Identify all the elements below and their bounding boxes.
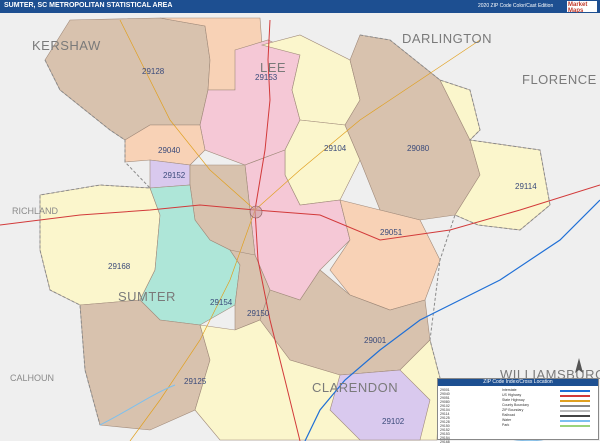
zip-label-29040: 29040 [158, 146, 181, 155]
title-bar: SUMTER, SC METROPOLITAN STATISTICAL AREA… [0, 0, 600, 14]
legend-title: ZIP Code Index/Cross Location [438, 379, 598, 386]
legend-key-swatch [560, 400, 590, 402]
county-label-florence: FLORENCE [522, 72, 597, 87]
zip-label-29152: 29152 [163, 171, 186, 180]
legend-zip-list: 29001 29040 29051 29080 29102 29104 2911… [440, 388, 498, 444]
edition-label: 2020 ZIP Code Color/Cast Edition [478, 3, 554, 9]
sumter-city-marker[interactable] [249, 205, 263, 219]
zip-label-29153: 29153 [255, 73, 278, 82]
zip-label-29150: 29150 [247, 309, 270, 318]
legend-key-swatch [560, 415, 590, 417]
zip-label-29051: 29051 [380, 228, 403, 237]
zip-label-29001: 29001 [364, 336, 387, 345]
zip-label-29154: 29154 [210, 298, 233, 307]
zip-label-29114: 29114 [515, 182, 537, 191]
county-label-darlington: DARLINGTON [402, 31, 492, 46]
county-label-sumter: SUMTER [118, 289, 176, 304]
county-label-calhoun: CALHOUN [10, 373, 54, 383]
legend-key-swatch [560, 420, 590, 422]
zip-label-29102: 29102 [382, 417, 405, 426]
legend-key-swatch [560, 395, 590, 397]
zip-label-29125: 29125 [184, 377, 207, 386]
legend-key-swatch [560, 405, 590, 407]
legend-key-swatch [560, 425, 590, 427]
zip-label-29128: 29128 [142, 67, 165, 76]
map-frame: SUMTER, SC METROPOLITAN STATISTICAL AREA… [0, 0, 600, 444]
zip-label-29080: 29080 [407, 144, 430, 153]
county-label-richland: RICHLAND [12, 206, 59, 216]
zip-label-29168: 29168 [108, 262, 131, 271]
zip-code-map[interactable]: KERSHAW LEE DARLINGTON FLORENCE RICHLAND… [0, 13, 600, 441]
legend-key-row: Park [502, 423, 596, 428]
legend-key-swatch [560, 410, 590, 412]
brand-logo: Market Maps [567, 1, 597, 14]
legend-key-swatch [560, 390, 590, 392]
legend-key-label: Park [502, 423, 510, 427]
county-label-clarendon: CLARENDON [312, 380, 398, 395]
county-label-kershaw: KERSHAW [32, 38, 101, 53]
legend-key: Interstate US Highway State Highway Coun… [502, 388, 596, 428]
map-legend: ZIP Code Index/Cross Location 29001 2904… [437, 378, 599, 444]
map-title: SUMTER, SC METROPOLITAN STATISTICAL AREA [4, 2, 173, 9]
zip-label-29104: 29104 [324, 144, 347, 153]
zip-region-29168[interactable] [39, 184, 161, 306]
